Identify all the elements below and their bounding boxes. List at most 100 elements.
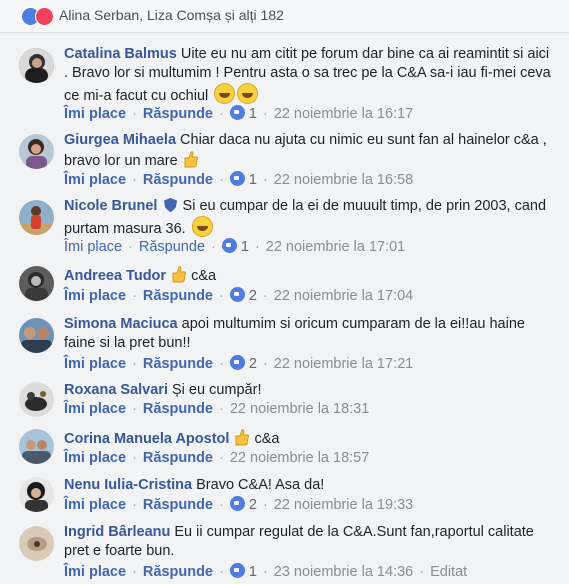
- comment-actions: Îmi place · Răspunde · 1 · 22 noiembrie la 16:…: [64, 105, 414, 122]
- like-link[interactable]: Îmi place: [64, 564, 126, 580]
- thumbs-up-emoji-icon: [235, 429, 250, 446]
- like-link[interactable]: Îmi place: [64, 450, 126, 466]
- like-link[interactable]: Îmi place: [64, 497, 126, 513]
- comment-body: Simona Maciuca apoi multumim si oricum c…: [64, 315, 555, 353]
- reactions-bar[interactable]: Alina Serban, Liza Comșa și alți 182: [0, 0, 569, 33]
- thumbs-up-emoji-icon: [184, 151, 198, 168]
- edited-label[interactable]: Editat: [430, 564, 467, 580]
- avatar-photo-icon: [19, 318, 54, 353]
- comment-actions: Îmi place · Răspunde · 2 · 22 noiembrie la 19:…: [64, 496, 414, 513]
- like-count-icon: [229, 287, 245, 302]
- author-name[interactable]: Corina Manuela Apostol: [64, 431, 229, 447]
- like-link[interactable]: Îmi place: [64, 239, 122, 255]
- reply-link[interactable]: Răspunde: [143, 450, 213, 466]
- love-reaction-icon: [35, 7, 54, 26]
- like-link[interactable]: Îmi place: [64, 172, 126, 188]
- timestamp[interactable]: 22 noiembrie la 17:21: [274, 356, 413, 372]
- like-count[interactable]: 2: [249, 497, 257, 513]
- thumbs-up-emoji-icon: [172, 266, 187, 283]
- comment-actions: Îmi place · Răspunde · 2 · 22 noiembrie la 17:…: [64, 355, 414, 372]
- author-name[interactable]: Nenu Iulia-Cristina: [64, 477, 192, 493]
- comment-actions: Îmi place · Răspunde · 1 · 23 noiembrie la 14:…: [64, 563, 468, 580]
- comment-body: Andreea Tudor c&a: [64, 265, 555, 286]
- author-name[interactable]: Catalina Balmus: [64, 46, 177, 62]
- like-link[interactable]: Îmi place: [64, 288, 126, 304]
- avatar-photo-icon: [19, 477, 54, 512]
- like-count[interactable]: 1: [249, 564, 257, 580]
- timestamp[interactable]: 22 noiembrie la 17:04: [274, 288, 413, 304]
- author-name[interactable]: Andreea Tudor: [64, 268, 166, 284]
- comment-body: Nicole Brunel Si eu cumpar de la ei de m…: [64, 197, 555, 239]
- reply-link[interactable]: Răspunde: [143, 288, 213, 304]
- avatar-photo-icon: [19, 429, 54, 464]
- timestamp[interactable]: 23 noiembrie la 14:36: [274, 564, 413, 580]
- timestamp[interactable]: 22 noiembrie la 19:33: [274, 497, 413, 513]
- comment-body: Roxana Salvari Și eu cumpăr!: [64, 381, 555, 400]
- avatar-photo-icon: [19, 266, 54, 301]
- author-name[interactable]: Giurgea Mihaela: [64, 132, 176, 148]
- avatar-photo-icon: [19, 48, 54, 83]
- comment-actions: Îmi place · Răspunde · 2 · 22 noiembrie la 17:…: [64, 287, 414, 304]
- grinning-emoji-icon: [237, 83, 259, 104]
- comment-actions: Îmi place · Răspunde · 22 noiembrie la 18:57: [64, 450, 370, 466]
- like-count-icon: [229, 105, 245, 120]
- avatar-photo-icon: [19, 134, 54, 169]
- author-name[interactable]: Ingrid Bârleanu: [64, 524, 170, 540]
- avatar[interactable]: [19, 318, 54, 353]
- timestamp[interactable]: 22 noiembrie la 18:31: [230, 401, 369, 417]
- comment-actions: Îmi place · Răspunde · 1 · 22 noiembrie la 16:…: [64, 171, 414, 188]
- timestamp[interactable]: 22 noiembrie la 16:17: [274, 106, 413, 122]
- timestamp[interactable]: 22 noiembrie la 18:57: [230, 450, 369, 466]
- reply-link[interactable]: Răspunde: [143, 401, 213, 417]
- author-name[interactable]: Nicole Brunel: [64, 198, 157, 214]
- like-count[interactable]: 1: [241, 239, 249, 255]
- comment-text: c&a: [191, 268, 217, 284]
- reply-link[interactable]: Răspunde: [143, 356, 213, 372]
- author-name[interactable]: Roxana Salvari: [64, 382, 168, 398]
- like-count[interactable]: 1: [249, 106, 257, 122]
- comment-thread: Alina Serban, Liza Comșa și alți 182 Cat…: [0, 0, 569, 584]
- like-count-icon: [221, 238, 237, 253]
- author-name[interactable]: Simona Maciuca: [64, 316, 178, 332]
- grinning-emoji-icon: [214, 83, 236, 104]
- like-count-icon: [229, 355, 245, 370]
- comment-actions: Îmi place · Răspunde · 22 noiembrie la 18:31: [64, 401, 370, 417]
- like-count[interactable]: 2: [249, 356, 257, 372]
- avatar-photo-icon: [19, 200, 54, 235]
- comment-text: c&a: [254, 431, 280, 447]
- timestamp[interactable]: 22 noiembrie la 17:01: [266, 239, 405, 255]
- avatar[interactable]: [19, 266, 54, 301]
- like-link[interactable]: Îmi place: [64, 401, 126, 417]
- like-count-icon: [229, 496, 245, 511]
- avatar[interactable]: [19, 382, 54, 417]
- avatar[interactable]: [19, 134, 54, 169]
- reply-link[interactable]: Răspunde: [143, 564, 213, 580]
- avatar-photo-icon: [19, 526, 54, 561]
- reactions-summary[interactable]: Alina Serban, Liza Comșa și alți 182: [59, 7, 284, 23]
- comment-actions: Îmi place · Răspunde · 1 · 22 noiembrie la 17:…: [64, 238, 406, 255]
- comment-body: Catalina Balmus Uite eu nu am citit pe f…: [64, 45, 555, 106]
- like-count-icon: [229, 171, 245, 186]
- comments-list: Catalina Balmus Uite eu nu am citit pe f…: [0, 33, 569, 584]
- comment-body: Ingrid Bârleanu Eu ii cumpar regulat de …: [64, 523, 555, 561]
- like-count[interactable]: 2: [249, 288, 257, 304]
- shield-badge-icon: [163, 198, 177, 212]
- timestamp[interactable]: 22 noiembrie la 16:58: [274, 172, 413, 188]
- comment-body: Corina Manuela Apostol c&a: [64, 428, 555, 449]
- comment-body: Giurgea Mihaela Chiar daca nu ajuta cu n…: [64, 131, 555, 171]
- like-count[interactable]: 1: [249, 172, 257, 188]
- avatar[interactable]: [19, 200, 54, 235]
- like-link[interactable]: Îmi place: [64, 356, 126, 372]
- avatar-photo-icon: [19, 382, 54, 417]
- avatar[interactable]: [19, 429, 54, 464]
- reply-link[interactable]: Răspunde: [139, 239, 205, 255]
- reply-link[interactable]: Răspunde: [143, 172, 213, 188]
- reply-link[interactable]: Răspunde: [143, 106, 213, 122]
- avatar[interactable]: [19, 526, 54, 561]
- like-link[interactable]: Îmi place: [64, 106, 126, 122]
- avatar[interactable]: [19, 477, 54, 512]
- like-count-icon: [229, 563, 245, 578]
- comment-text: Și eu cumpăr!: [172, 382, 262, 398]
- reply-link[interactable]: Răspunde: [143, 497, 213, 513]
- avatar[interactable]: [19, 48, 54, 83]
